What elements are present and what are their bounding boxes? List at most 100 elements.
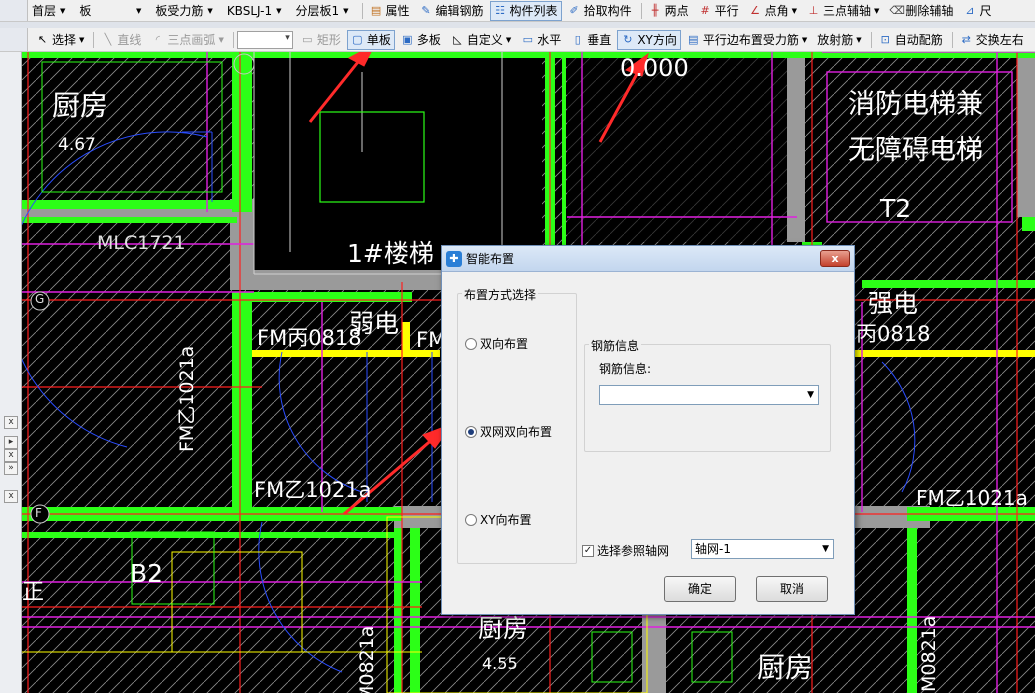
radio-double-net[interactable]: 双网双向布置 [465,423,552,440]
dialog-title: 智能布置 [466,252,515,266]
pick-component-button[interactable]: ✐ 拾取构件 [564,1,636,21]
dialog-close-button[interactable]: x [820,250,850,267]
radial-button[interactable]: 放射筋 ▼ [813,30,865,50]
close-panel-button-3[interactable]: x [4,490,18,503]
sub-type-select[interactable]: 板受力筋 ▼ [151,2,216,20]
custom-shape-icon: ◺ [453,33,462,46]
two-points-button[interactable]: ╫ 两点 [645,1,693,21]
floor-select[interactable]: 首层 ▼ [28,2,69,20]
rebar-info-select[interactable]: ▼ [599,385,819,405]
close-panel-button[interactable]: x [4,416,18,429]
room-label-elevator-2: 无障碍电梯 [848,135,983,166]
edge-glyph: 正 [22,580,45,605]
properties-icon: ▤ [370,4,382,17]
room-label-elevator-1: 消防电梯兼 [848,89,983,120]
elevation-label: 0.000 [620,54,689,82]
swap-icon: ⇄ [961,33,971,46]
edit-rebar-button[interactable]: ✎ 编辑钢筋 [416,1,488,21]
axis-label-f: F [35,506,42,520]
separator [870,31,872,48]
chevron-down-icon: ▼ [874,6,880,15]
rectangle-button[interactable]: ▭ 矩形 [297,30,345,50]
auto-rebar-button[interactable]: ⊡ 自动配筋 [875,30,947,50]
ruler-icon: ⊿ [965,4,975,17]
chevron-down-icon: ▼ [791,6,798,15]
ok-button[interactable]: 确定 [664,576,736,602]
room-label-kitchen: 厨房 [52,89,109,122]
expand-panel-button[interactable]: ▸ [4,436,18,449]
checkbox-box: ✓ [582,544,594,557]
chevron-down-icon: ▼ [60,6,66,15]
cancel-button[interactable]: 取消 [756,576,828,602]
three-point-aux-button[interactable]: ⊥ 三点辅轴 ▼ [803,1,883,21]
radio-xy[interactable]: XY向布置 [465,511,532,528]
point-angle-button[interactable]: ∠ 点角 ▼ [745,1,801,21]
separator [951,31,953,48]
chevron-down-icon: ▼ [136,6,142,15]
more-tool-button[interactable]: ⊿ 尺 [959,1,995,21]
layer-select[interactable]: 分层板1 ▼ [291,2,352,20]
door-label-m0821-left: M0821a [356,625,378,693]
door-label-fm-yi-right: FM乙1021a [916,486,1028,510]
grey-gap [787,52,805,242]
eraser-icon: ⌫ [889,4,905,17]
room-label-strong-elec: 强电 [868,289,919,318]
rebar-info-group-title: 钢筋信息 [589,337,642,354]
elevator-tag-t2: T2 [880,194,912,223]
multi-slab-icon: ▣ [402,33,413,46]
radio-bidirectional[interactable]: 双向布置 [465,335,528,352]
radio-circle [465,425,477,438]
toolbar-primary: 首层 ▼ 板 ▼ 板受力筋 ▼ KBSLJ-1 ▼ 分层板1 ▼ ▤ 属性 ✎ 编辑钢筋 ☷ 构… [0,0,1035,22]
component-name-select[interactable]: KBSLJ-1 ▼ [223,2,286,20]
chevron-down-icon: ▼ [207,6,213,15]
grey-gap [1017,52,1035,217]
component-list-button[interactable]: ☷ 构件列表 [489,0,562,21]
grid-select[interactable]: 轴网-1 ▼ [691,539,834,559]
door-label-fm-bing-right: 丙0818 [856,322,931,346]
delete-aux-button[interactable]: ⌫ 删除辅轴 [885,1,957,21]
horizontal-button[interactable]: ▭ 水平 [517,30,565,50]
parallel-button[interactable]: # 平行 [695,1,743,21]
left-panel-strip: x ▸ x » x [0,52,22,693]
chevron-down-icon: ▼ [822,544,829,554]
multi-slab-button[interactable]: ▣ 多板 [397,30,445,50]
axis-label-g: G [35,292,45,306]
two-points-icon: ╫ [651,4,659,17]
separator [93,31,95,48]
close-panel-button-2[interactable]: x [4,449,18,462]
three-point-arc-button[interactable]: ◜ 三点画弧 ▼ [147,30,227,50]
separator [361,2,363,19]
line-style-combo[interactable] [236,30,293,49]
chevron-down-icon: ▼ [276,6,282,15]
single-slab-icon: ▢ [352,33,363,46]
radio-circle [465,513,477,526]
chevron-down-icon: ▼ [79,35,85,44]
line-button[interactable]: ╲ 直线 [97,30,145,50]
swap-lr-button[interactable]: ⇄ 交换左右 [956,30,1028,50]
window-label-mlc: MLC1721 [97,232,186,254]
xy-direction-button[interactable]: ↻ XY方向 [617,29,681,50]
use-grid-checkbox[interactable]: ✓ 选择参照轴网 [582,542,669,559]
component-type-select[interactable]: 板 ▼ [75,2,145,20]
edit-rebar-icon: ✎ [421,4,431,17]
door-label-fm-bing-left: FM丙0818 [257,326,362,350]
separator [232,31,234,48]
slab-label-b2: B2 [130,559,164,588]
vertical-button[interactable]: ▯ 垂直 [567,30,615,50]
select-button[interactable]: ↖ 选择 ▼ [32,30,88,50]
room-area-kitchen-bottom: 4.55 [482,654,518,673]
layout-mode-group-title: 布置方式选择 [462,286,539,303]
parallel-icon: # [700,4,710,17]
more-panel-button[interactable]: » [4,462,18,475]
eyedropper-icon: ✐ [569,4,579,17]
arc-icon: ◜ [155,33,161,46]
custom-button[interactable]: ◺ 自定义 ▼ [447,30,515,50]
rebar-info-label: 钢筋信息: [599,362,652,376]
parallel-edge-button[interactable]: ▤ 平行边布置受力筋 ▼ [683,30,811,50]
door-label-m0821-right: M0821a [918,615,940,692]
list-icon: ☷ [495,4,505,17]
dialog-title-bar[interactable]: ✚ 智能布置 x [442,246,854,272]
properties-button[interactable]: ▤ 属性 [366,1,414,21]
single-slab-button[interactable]: ▢ 单板 [346,29,395,50]
point-angle-icon: ∠ [750,4,761,17]
